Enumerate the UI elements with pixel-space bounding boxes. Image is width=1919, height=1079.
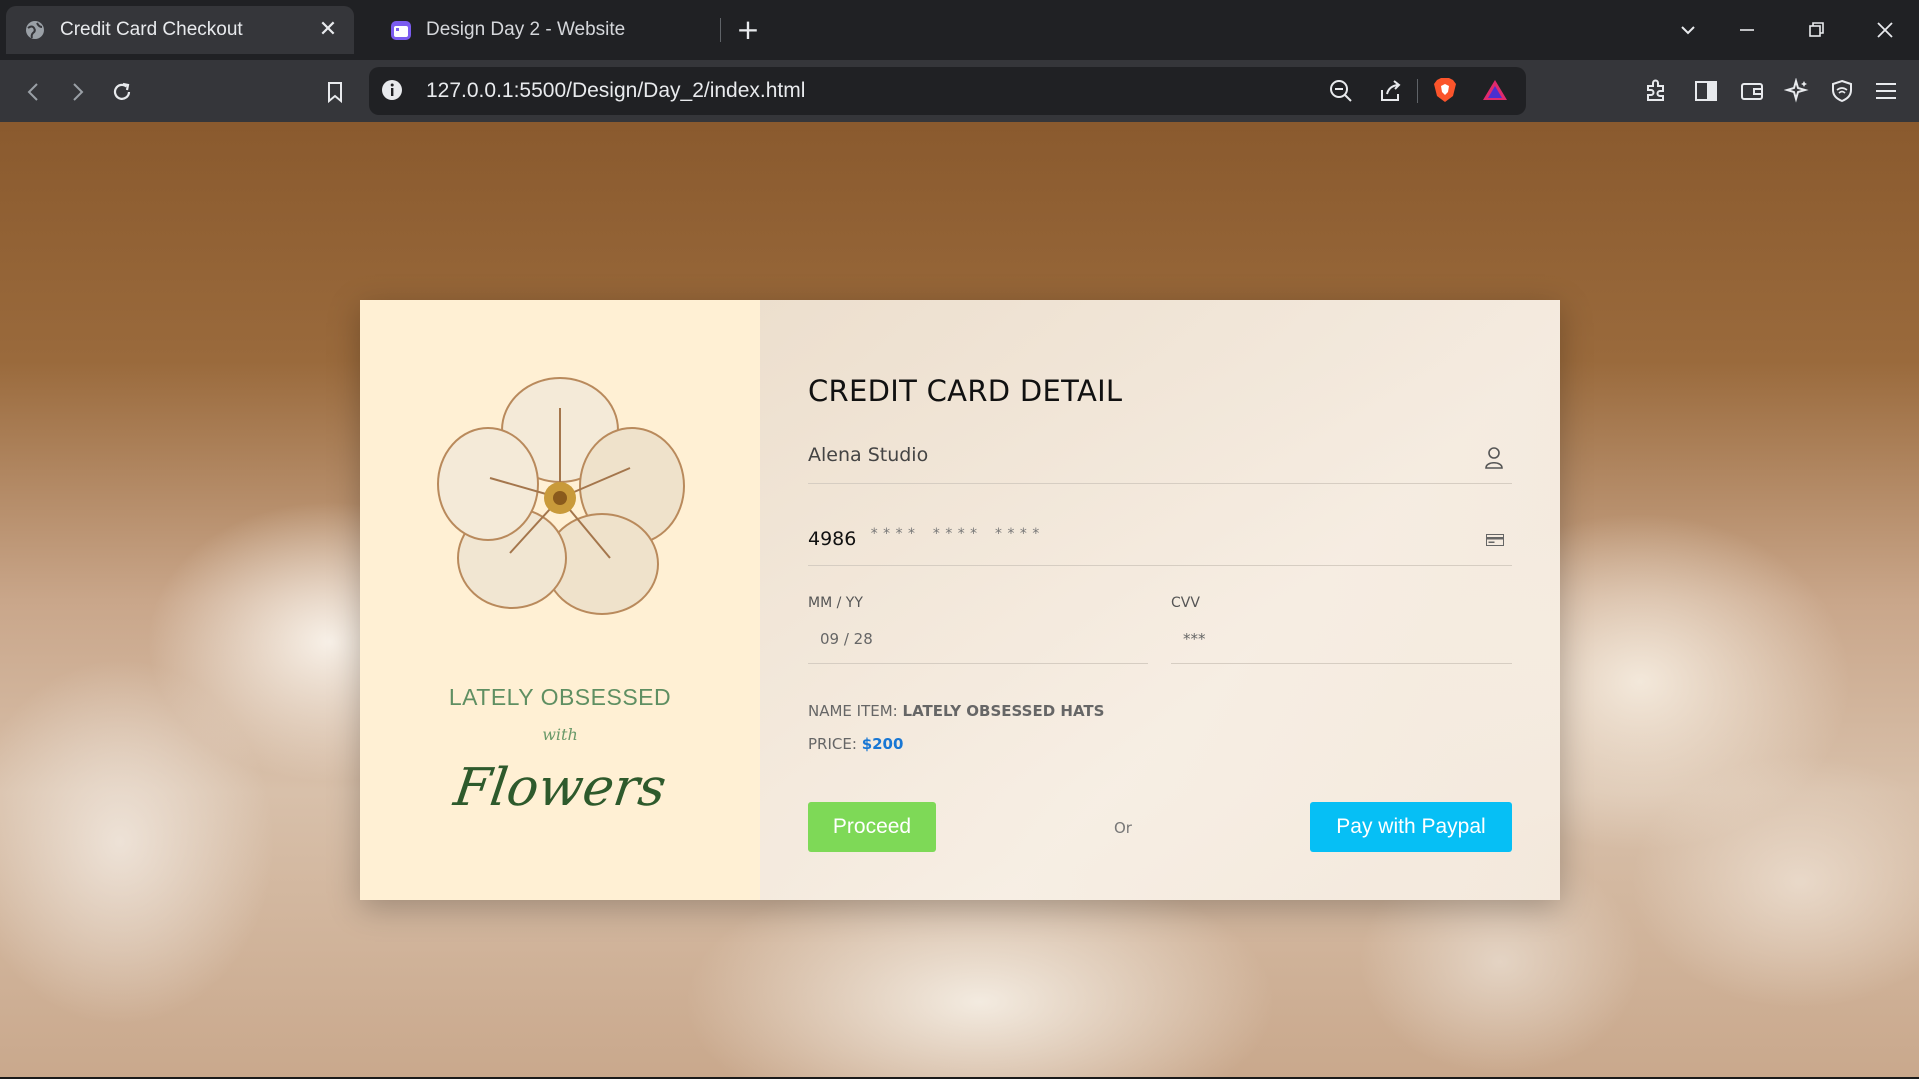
expiry-label: MM / YY bbox=[808, 595, 863, 611]
hamburger-menu-icon bbox=[1876, 83, 1896, 99]
card-number-field[interactable]: 4986 **** **** **** bbox=[808, 508, 1512, 566]
forward-button[interactable] bbox=[59, 74, 95, 110]
reload-button[interactable] bbox=[104, 74, 140, 110]
proceed-button[interactable]: Proceed bbox=[808, 802, 936, 852]
brave-shields-icon[interactable] bbox=[1432, 76, 1458, 104]
price-label: PRICE: bbox=[808, 735, 857, 753]
restore-button[interactable] bbox=[1796, 12, 1836, 48]
close-tab-icon[interactable]: ✕ bbox=[316, 16, 340, 41]
payment-form: CREDIT CARD DETAIL Alena Studio 4986 ***… bbox=[760, 300, 1560, 900]
form-title: CREDIT CARD DETAIL bbox=[808, 374, 1123, 408]
calendar-app-icon bbox=[391, 21, 411, 40]
zoom-out-icon[interactable] bbox=[1328, 78, 1354, 104]
price-value: $200 bbox=[861, 735, 904, 753]
cvv-field[interactable]: *** bbox=[1171, 610, 1512, 664]
sidebar-button[interactable] bbox=[1688, 73, 1724, 109]
item-label: NAME ITEM: bbox=[808, 702, 898, 720]
share-icon[interactable] bbox=[1378, 78, 1404, 104]
minimize-icon bbox=[1740, 29, 1754, 31]
minimize-button[interactable] bbox=[1727, 12, 1767, 48]
cardholder-name-field[interactable]: Alena Studio bbox=[808, 428, 1512, 484]
arrow-left-icon bbox=[27, 83, 38, 101]
paypal-button[interactable]: Pay with Paypal bbox=[1310, 802, 1512, 852]
arrow-right-icon bbox=[73, 83, 84, 101]
cardholder-name-value[interactable]: Alena Studio bbox=[808, 444, 928, 466]
bookmark-icon bbox=[328, 82, 342, 104]
reload-icon bbox=[113, 82, 131, 100]
globe-icon bbox=[26, 21, 44, 39]
url-text[interactable]: 127.0.0.1:5500/Design/Day_2/index.html bbox=[426, 79, 805, 103]
restore-icon bbox=[1809, 22, 1824, 37]
or-separator: Or bbox=[1114, 819, 1132, 837]
promo-headline: LATELY OBSESSED bbox=[448, 684, 672, 710]
tab-credit-card-checkout[interactable]: Credit Card Checkout ✕ bbox=[6, 6, 354, 54]
close-icon bbox=[1877, 22, 1893, 38]
sidebar-icon bbox=[1695, 81, 1717, 101]
item-value: LATELY OBSESSED HATS bbox=[902, 702, 1105, 720]
wallet-button[interactable] bbox=[1734, 73, 1770, 109]
chevron-down-icon bbox=[1681, 26, 1695, 35]
watercolor-flower-image bbox=[437, 377, 685, 615]
price-info: PRICE: $200 bbox=[808, 735, 903, 753]
close-window-button[interactable] bbox=[1865, 12, 1905, 48]
extensions-button[interactable] bbox=[1638, 73, 1674, 109]
site-info-icon[interactable] bbox=[381, 79, 403, 101]
wallet-icon bbox=[1741, 83, 1763, 100]
vpn-button[interactable] bbox=[1824, 73, 1860, 109]
cvv-label: CVV bbox=[1171, 595, 1200, 611]
promo-panel: LATELY OBSESSED with Flowers bbox=[360, 300, 760, 900]
menu-button[interactable] bbox=[1868, 73, 1904, 109]
leo-ai-button[interactable] bbox=[1779, 73, 1815, 109]
puzzle-icon bbox=[1647, 79, 1664, 101]
tab-separator bbox=[720, 18, 721, 42]
tab-strip: Credit Card Checkout ✕ Design Day 2 - We… bbox=[0, 0, 1919, 60]
address-bar-divider bbox=[1417, 79, 1418, 103]
tab-title: Credit Card Checkout bbox=[60, 19, 243, 40]
brave-rewards-icon[interactable] bbox=[1482, 78, 1508, 102]
checkout-card: LATELY OBSESSED with Flowers CREDIT CARD… bbox=[360, 300, 1560, 900]
card-number-prefix[interactable]: 4986 bbox=[808, 528, 856, 550]
expiry-value[interactable]: 09 / 28 bbox=[820, 630, 873, 648]
bookmark-button[interactable] bbox=[317, 74, 353, 110]
shield-icon bbox=[1832, 79, 1852, 103]
tab-search-button[interactable] bbox=[1668, 12, 1708, 48]
credit-card-icon bbox=[1486, 534, 1504, 546]
new-tab-button[interactable]: + bbox=[733, 13, 763, 46]
cvv-value[interactable]: *** bbox=[1183, 630, 1206, 648]
tab-title: Design Day 2 - Website bbox=[426, 19, 626, 40]
back-button[interactable] bbox=[16, 74, 52, 110]
expiry-field[interactable]: 09 / 28 bbox=[808, 610, 1148, 664]
tab-design-day-2[interactable]: Design Day 2 - Website bbox=[372, 6, 712, 54]
card-number-mask: **** **** **** bbox=[870, 526, 1045, 542]
sparkle-icon bbox=[1784, 78, 1809, 103]
promo-connector: with bbox=[542, 725, 578, 744]
item-info: NAME ITEM: LATELY OBSESSED HATS bbox=[808, 702, 1104, 720]
user-icon bbox=[1485, 447, 1503, 469]
page-background: LATELY OBSESSED with Flowers CREDIT CARD… bbox=[0, 122, 1919, 1079]
promo-script-title: Flowers bbox=[450, 758, 670, 818]
